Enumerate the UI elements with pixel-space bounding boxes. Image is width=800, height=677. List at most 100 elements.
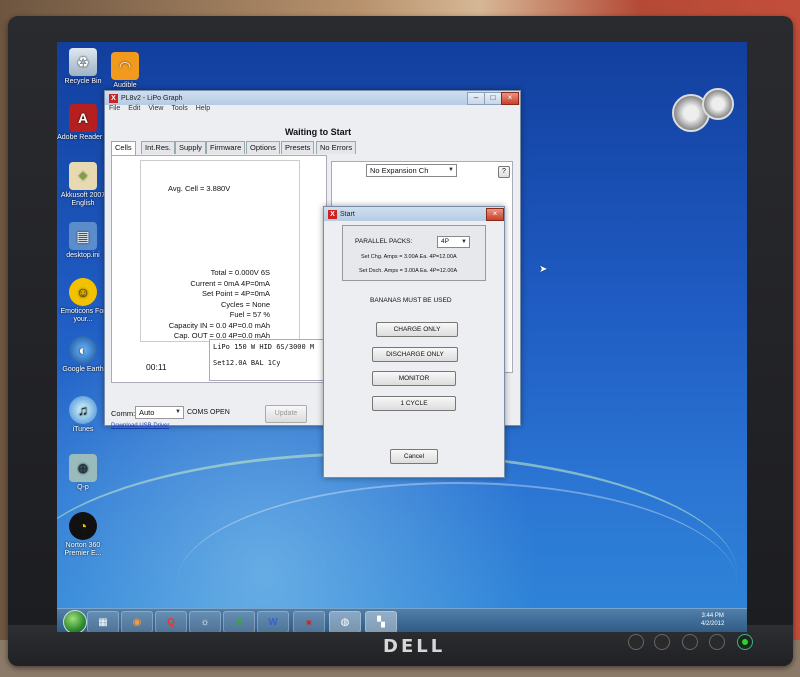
total-voltage: Total = 0.000V 6S (210, 268, 270, 277)
charge-only-button[interactable]: CHARGE ONLY (376, 322, 458, 337)
taskbar-word[interactable]: W (257, 611, 289, 632)
menu-file[interactable]: File (109, 105, 120, 116)
emoticon-icon: ☺ (69, 278, 97, 306)
taskbar-firefox[interactable]: ◉ (121, 611, 153, 632)
desktop-icon-q[interactable]: ⊕ Q-p (57, 454, 113, 492)
taskbar-q[interactable]: Q (155, 611, 187, 632)
clock-date: 4/2/2012 (701, 621, 725, 627)
menu-view[interactable]: View (148, 105, 163, 116)
discharge-only-button[interactable]: DISCHARGE ONLY (372, 347, 458, 362)
app-icon: ☼ (200, 616, 210, 628)
q-icon: Q (167, 616, 175, 628)
monitor-button-3[interactable] (682, 634, 698, 650)
pl8-icon: ◍ (340, 616, 350, 628)
menu-help[interactable]: Help (196, 105, 210, 116)
firefox-icon: ◉ (132, 616, 142, 628)
window-title: PL8v2 - LiPo Graph (121, 94, 183, 102)
set-point-value: Set Point = 4P=0mA (202, 289, 270, 298)
minimize-button[interactable]: – (467, 92, 485, 105)
power-button[interactable] (737, 634, 753, 650)
charge-amps-text: Set Chg. Amps = 3.00A Ea. 4P=12.00A (361, 254, 457, 260)
mouse-cursor-icon: ➤ (539, 264, 548, 275)
taskbar-app[interactable]: ☼ (189, 611, 221, 632)
monitor-button[interactable]: MONITOR (372, 371, 456, 386)
monitor-button-4[interactable] (709, 634, 725, 650)
audible-icon: ◠ (111, 52, 139, 80)
preset-line-2: Set12.0A BAL 1Cy (213, 359, 281, 367)
expansion-select[interactable]: No Expansion Ch ▼ (366, 164, 457, 177)
taskbar-fma[interactable]: ▣ (293, 611, 325, 632)
dialog-title: Start (340, 210, 355, 218)
download-usb-driver-link[interactable]: Download USB Driver (111, 423, 169, 429)
coms-status: COMS OPEN (187, 409, 230, 416)
taskbar-pl8[interactable]: ◍ (329, 611, 361, 632)
dialog-close-button[interactable]: × (486, 208, 504, 221)
start-button[interactable] (63, 610, 87, 632)
tray-clock[interactable]: 3:44 PM 4/2/2012 (701, 612, 724, 628)
clock-time: 3:44 PM (701, 613, 724, 619)
norton-icon: ◔ (69, 512, 97, 540)
tab-firmware[interactable]: Firmware (206, 141, 246, 154)
one-cycle-button[interactable]: 1 CYCLE (372, 396, 456, 411)
avg-cell-value: Avg. Cell = 3.880V (168, 184, 231, 193)
close-button[interactable]: × (501, 92, 519, 105)
desktop-icon-norton[interactable]: ◔ Norton 360 Premier E... (57, 512, 113, 558)
menu-tools[interactable]: Tools (171, 105, 187, 116)
bananas-warning: BANANAS MUST BE USED (370, 297, 452, 304)
word-icon: W (268, 616, 278, 628)
update-button[interactable]: Update (265, 405, 307, 423)
window-icon: ▚ (377, 616, 385, 628)
comm-label: Comm: (111, 409, 136, 418)
tab-int-res[interactable]: Int.Res. (141, 141, 175, 154)
parallel-packs-label: PARALLEL PACKS: (355, 238, 413, 245)
app-icon: ⊕ (69, 454, 97, 482)
fuel-value: Fuel = 57 % (229, 310, 270, 319)
elapsed-timer: 00:11 (146, 362, 167, 372)
current-value: Current = 0mA 4P=0mA (190, 278, 270, 288)
menu-bar: File Edit View Tools Help (105, 105, 520, 116)
comm-select[interactable]: Auto ▼ (135, 406, 184, 419)
preset-line-1: LiPo 150 W HID 6S/3000 M (213, 343, 315, 351)
capacity-in-value: Capacity IN = 0.0 4P=0.0 mAh (168, 320, 270, 330)
file-icon: ▤ (69, 222, 97, 250)
desktop-screen: ♻ Recycle Bin ◠ Audible A Adobe Reader X… (57, 42, 747, 632)
akkusoft-icon: ✦ (69, 162, 97, 190)
tab-supply[interactable]: Supply (175, 141, 206, 154)
itunes-icon: ♫ (69, 396, 97, 424)
cancel-button[interactable]: Cancel (390, 449, 438, 464)
gauge-gadget-memory[interactable] (702, 88, 734, 120)
monitor-button-2[interactable] (654, 634, 670, 650)
taskbar: ▦ ◉ Q ☼ X W ▣ ◍ ▚ 3:44 PM 4/2/2012 (57, 608, 747, 632)
tab-cells[interactable]: Cells (111, 141, 136, 155)
parallel-packs-select[interactable]: 4P ▼ (437, 236, 470, 248)
chevron-down-icon: ▼ (175, 409, 181, 415)
taskbar-explorer[interactable]: ▦ (87, 611, 119, 632)
dell-logo: DELL (383, 636, 446, 657)
tab-options[interactable]: Options (246, 141, 280, 154)
chevron-down-icon: ▼ (448, 167, 454, 173)
menu-edit[interactable]: Edit (128, 105, 140, 116)
cycles-value: Cycles = None (221, 299, 270, 309)
monitor-button-1[interactable] (628, 634, 644, 650)
taskbar-start-window[interactable]: ▚ (365, 611, 397, 632)
folder-icon: ▦ (98, 616, 108, 628)
recycle-bin-icon: ♻ (69, 48, 97, 76)
tab-presets[interactable]: Presets (281, 141, 315, 154)
stats-block: Total = 0.000V 6S Current = 0mA 4P=0mA S… (169, 268, 270, 342)
chevron-down-icon: ▼ (461, 239, 467, 245)
parallel-settings-box: PARALLEL PACKS: 4P ▼ Set Chg. Amps = 3.0… (342, 225, 486, 281)
adobe-reader-icon: A (69, 104, 97, 132)
excel-icon: X (235, 616, 243, 628)
maximize-button[interactable]: □ (484, 92, 502, 105)
fma-icon: ▣ (306, 619, 312, 626)
start-dialog: X Start × PARALLEL PACKS: 4P ▼ Set Chg. … (323, 206, 505, 478)
app-logo-icon: X (328, 209, 337, 219)
dialog-titlebar: X Start (324, 207, 504, 221)
desktop-icon-audible[interactable]: ◠ Audible (95, 52, 155, 90)
tab-strip: Cells Int.Res. Supply Firmware Options P… (111, 141, 411, 155)
taskbar-excel[interactable]: X (223, 611, 255, 632)
help-button[interactable]: ? (498, 166, 510, 178)
status-title: Waiting to Start (285, 127, 352, 137)
google-earth-icon: ◐ (69, 336, 97, 364)
tab-no-errors[interactable]: No Errors (316, 141, 357, 154)
